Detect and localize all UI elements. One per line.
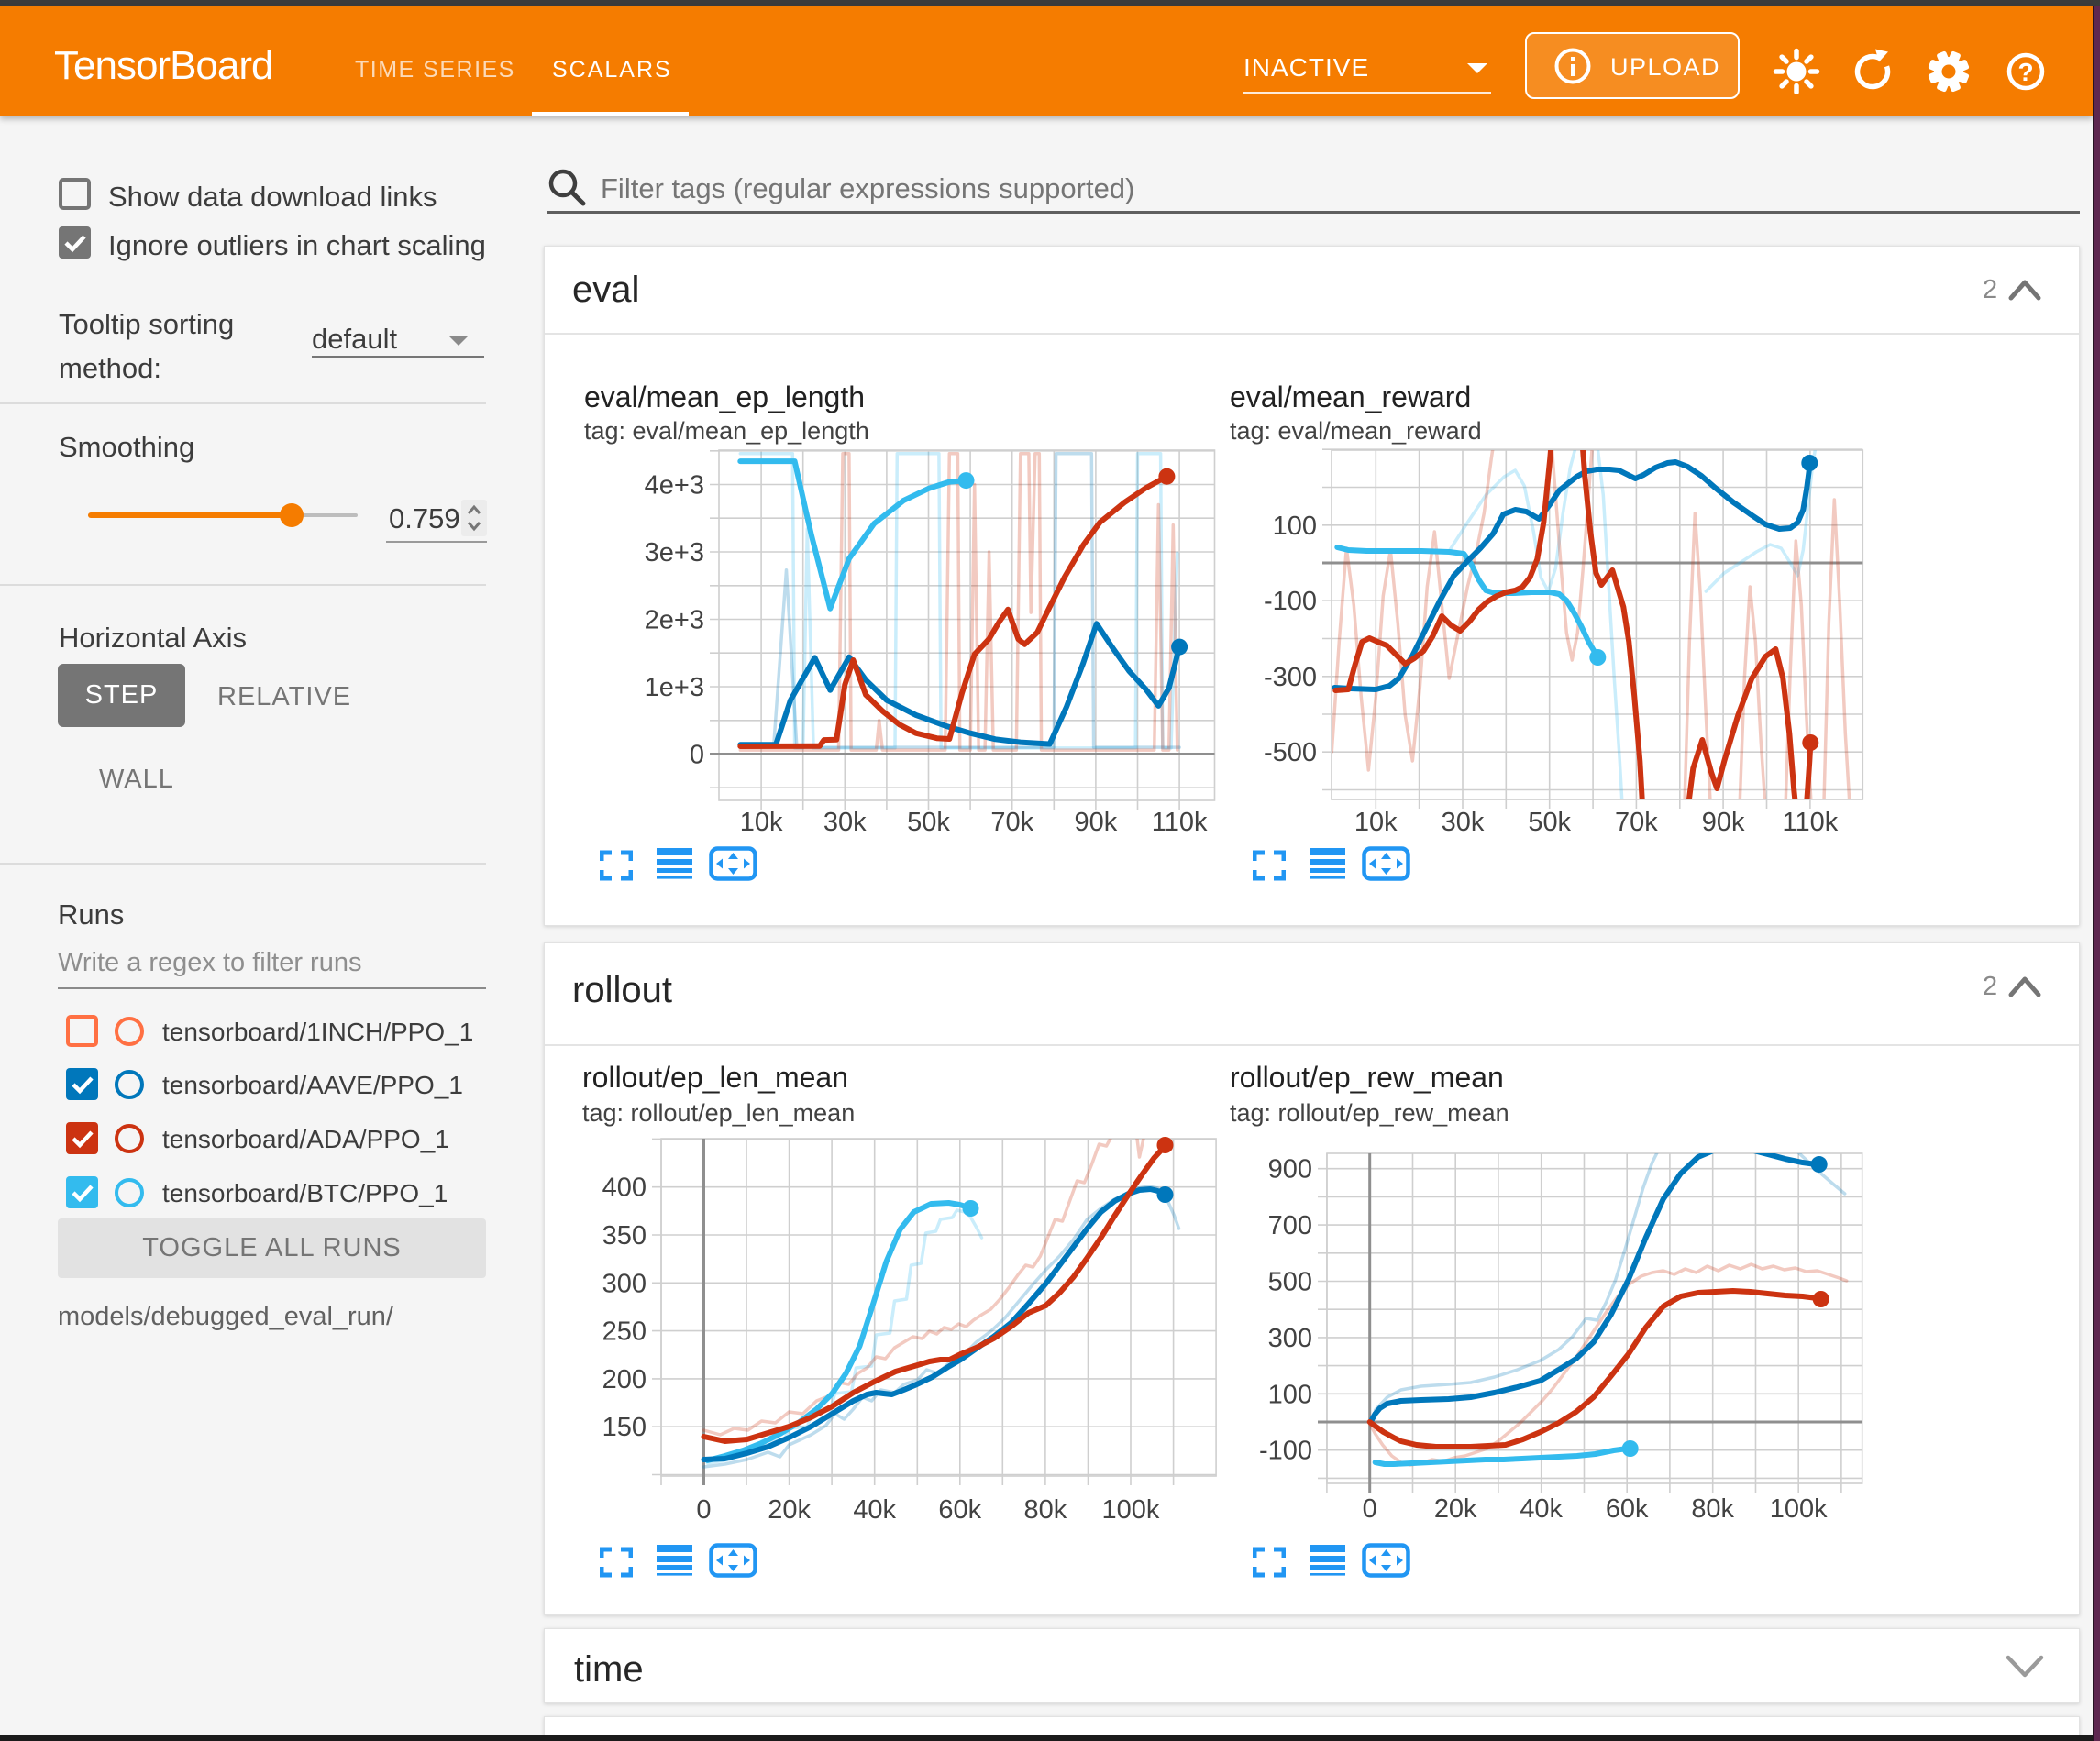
svg-text:60k: 60k — [1606, 1494, 1649, 1524]
svg-text:50k: 50k — [907, 808, 950, 837]
svg-text:0: 0 — [696, 1495, 711, 1525]
svg-text:3e+3: 3e+3 — [644, 538, 703, 567]
svg-text:80k: 80k — [1023, 1495, 1067, 1525]
svg-text:900: 900 — [1268, 1155, 1312, 1185]
svg-text:4e+3: 4e+3 — [644, 471, 703, 501]
svg-text:100k: 100k — [1770, 1494, 1828, 1524]
svg-text:-500: -500 — [1264, 738, 1317, 767]
svg-text:1e+3: 1e+3 — [644, 673, 703, 702]
svg-text:0: 0 — [1363, 1494, 1377, 1524]
svg-text:80k: 80k — [1692, 1494, 1735, 1524]
svg-text:90k: 90k — [1074, 808, 1117, 837]
svg-text:20k: 20k — [768, 1495, 811, 1525]
svg-text:70k: 70k — [1615, 808, 1658, 837]
svg-text:100: 100 — [1272, 512, 1316, 541]
svg-text:40k: 40k — [1520, 1494, 1564, 1524]
svg-text:10k: 10k — [1354, 808, 1398, 837]
svg-text:50k: 50k — [1528, 808, 1571, 837]
svg-text:30k: 30k — [1441, 808, 1484, 837]
svg-text:110k: 110k — [1782, 808, 1838, 837]
svg-text:-300: -300 — [1264, 663, 1317, 692]
svg-text:2e+3: 2e+3 — [644, 606, 703, 635]
svg-text:100: 100 — [1268, 1380, 1312, 1409]
svg-text:110k: 110k — [1151, 808, 1207, 837]
svg-text:700: 700 — [1268, 1211, 1312, 1240]
svg-text:90k: 90k — [1701, 808, 1744, 837]
svg-text:350: 350 — [602, 1221, 646, 1251]
svg-text:200: 200 — [602, 1365, 646, 1394]
svg-text:150: 150 — [602, 1413, 646, 1442]
svg-text:0: 0 — [689, 741, 703, 770]
svg-text:10k: 10k — [739, 808, 782, 837]
svg-text:20k: 20k — [1434, 1494, 1477, 1524]
svg-text:250: 250 — [602, 1317, 646, 1347]
svg-text:300: 300 — [602, 1269, 646, 1298]
svg-text:-100: -100 — [1259, 1437, 1312, 1466]
svg-text:100k: 100k — [1101, 1495, 1159, 1525]
svg-text:70k: 70k — [990, 808, 1033, 837]
svg-text:400: 400 — [602, 1174, 646, 1203]
svg-text:-100: -100 — [1264, 587, 1317, 616]
svg-text:300: 300 — [1268, 1324, 1312, 1353]
svg-text:500: 500 — [1268, 1268, 1312, 1297]
svg-text:?: ? — [2017, 58, 2033, 86]
svg-text:60k: 60k — [938, 1495, 981, 1525]
svg-text:30k: 30k — [823, 808, 866, 837]
svg-text:40k: 40k — [853, 1495, 896, 1525]
